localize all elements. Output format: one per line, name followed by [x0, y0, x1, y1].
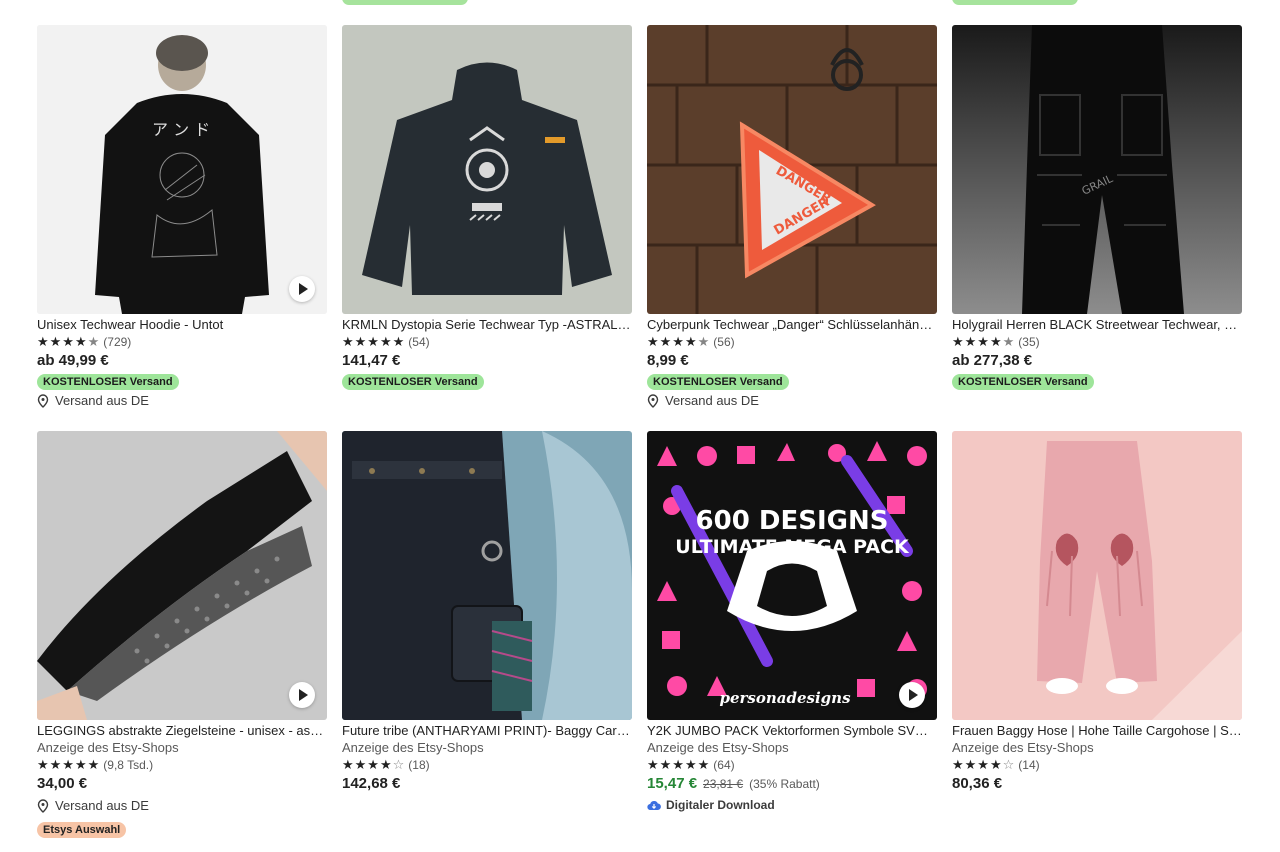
- play-video-icon[interactable]: [289, 682, 315, 708]
- leggings-image: [37, 431, 327, 720]
- jacket-image: [342, 25, 632, 314]
- listing-card[interactable]: ア ン ド Unisex Techwear Hoodie - Untot ★★★…: [37, 25, 327, 411]
- poster-subtitle: ULTIMATE MEGA PACK: [675, 536, 910, 558]
- listing-image[interactable]: DANGER DANGER: [647, 25, 937, 314]
- free-shipping-badge: KOSTENLOSER Versand: [37, 374, 179, 390]
- listing-card[interactable]: Frauen Baggy Hose | Hohe Taille Cargohos…: [952, 431, 1242, 795]
- review-count: (729): [103, 334, 132, 349]
- shop-ad-label: Anzeige des Etsy-Shops: [37, 740, 179, 755]
- star-rating-icon: ★★★★★: [952, 333, 1016, 349]
- listing-card[interactable]: LEGGINGS abstrakte Ziegelsteine - unisex…: [37, 431, 327, 838]
- price: ab 277,38 €: [952, 352, 1033, 369]
- listing-card[interactable]: Future tribe (ANTHARYAMI PRINT)- Baggy C…: [342, 431, 632, 795]
- listing-title[interactable]: LEGGINGS abstrakte Ziegelsteine - unisex…: [37, 722, 327, 739]
- digital-download: Digitaler Download: [647, 796, 937, 814]
- review-count: (54): [408, 334, 430, 349]
- listing-title[interactable]: Y2K JUMBO PACK Vektorformen Symbole SVG …: [647, 722, 937, 739]
- cargo-pants-image: GRAIL: [952, 25, 1242, 314]
- ships-from: Versand aus DE: [37, 796, 327, 816]
- rating: ★★★★☆ (18): [342, 756, 632, 773]
- star-rating-icon: ★★★★☆: [952, 756, 1016, 772]
- price: 141,47 €: [342, 352, 401, 369]
- review-count: (18): [408, 757, 430, 772]
- listing-title[interactable]: Cyberpunk Techwear „Danger“ Schlüsselanh…: [647, 316, 937, 333]
- keychain-image: DANGER DANGER: [647, 25, 937, 314]
- listing-image[interactable]: [342, 25, 632, 314]
- listing-card[interactable]: GRAIL Holygrail Herren BLACK Streetwear …: [952, 25, 1242, 390]
- star-rating-icon: ★★★★★: [37, 756, 101, 772]
- ships-from: Versand aus DE: [37, 391, 327, 411]
- poster-brand: personadesigns: [719, 689, 851, 707]
- review-count: (64): [713, 757, 735, 772]
- price: 34,00 €: [37, 775, 88, 792]
- cropped-badge: [342, 0, 468, 5]
- listing-image[interactable]: [952, 431, 1242, 720]
- hoodie-image: ア ン ド: [37, 25, 327, 314]
- listing-title[interactable]: Future tribe (ANTHARYAMI PRINT)- Baggy C…: [342, 722, 632, 739]
- listing-image[interactable]: [37, 431, 327, 720]
- rating: ★★★★★ (64): [647, 756, 937, 773]
- shop-ad-label: Anzeige des Etsy-Shops: [647, 740, 789, 755]
- free-shipping-badge: KOSTENLOSER Versand: [952, 374, 1094, 390]
- price: ab 49,99 €: [37, 352, 109, 369]
- listing-card[interactable]: 600 DESIGNS ULTIMATE MEGA PACK personade…: [647, 431, 937, 814]
- poster-title: 600 DESIGNS: [696, 506, 889, 536]
- tribe-pants-image: [342, 431, 632, 720]
- free-shipping-badge: KOSTENLOSER Versand: [647, 374, 789, 390]
- play-video-icon[interactable]: [289, 276, 315, 302]
- svg-text:ア ン ド: ア ン ド: [152, 120, 210, 139]
- star-rating-icon: ★★★★★: [342, 333, 406, 349]
- digital-download-text: Digitaler Download: [666, 798, 775, 812]
- review-count: (14): [1018, 757, 1040, 772]
- etsy-pick-badge: Etsys Auswahl: [37, 822, 127, 838]
- play-video-icon[interactable]: [899, 682, 925, 708]
- rating: ★★★★★ (9,8 Tsd.): [37, 756, 327, 773]
- star-rating-icon: ★★★★★: [647, 756, 711, 772]
- star-rating-icon: ★★★★☆: [342, 756, 406, 772]
- listing-card[interactable]: DANGER DANGER Cyberpunk Techwear „Danger…: [647, 25, 937, 411]
- discount-label: (35% Rabatt): [749, 777, 820, 791]
- price-row: 15,47 € 23,81 € (35% Rabatt): [647, 773, 937, 795]
- rating: ★★★★★ (54): [342, 333, 632, 350]
- listing-card[interactable]: KRMLN Dystopia Serie Techwear Typ -ASTRA…: [342, 25, 632, 390]
- listing-image[interactable]: GRAIL: [952, 25, 1242, 314]
- vector-pack-image: 600 DESIGNS ULTIMATE MEGA PACK personade…: [647, 431, 937, 720]
- rating: ★★★★★ (35): [952, 333, 1242, 350]
- cropped-badge: [952, 0, 1078, 5]
- star-rating-icon: ★★★★★: [647, 333, 711, 349]
- listing-image[interactable]: ア ン ド: [37, 25, 327, 314]
- star-rating-icon: ★★★★★: [37, 333, 101, 349]
- location-pin-icon: [37, 799, 49, 813]
- rating: ★★★★★ (56): [647, 333, 937, 350]
- ships-from-text: Versand aus DE: [665, 393, 759, 408]
- listing-title[interactable]: Unisex Techwear Hoodie - Untot: [37, 316, 327, 333]
- ships-from-text: Versand aus DE: [55, 798, 149, 813]
- location-pin-icon: [647, 394, 659, 408]
- ships-from: Versand aus DE: [647, 391, 937, 411]
- pink-pants-image: [952, 431, 1242, 720]
- sale-price: 15,47 €: [647, 775, 698, 792]
- ships-from-text: Versand aus DE: [55, 393, 149, 408]
- review-count: (35): [1018, 334, 1040, 349]
- listing-image[interactable]: 600 DESIGNS ULTIMATE MEGA PACK personade…: [647, 431, 937, 720]
- shop-ad-label: Anzeige des Etsy-Shops: [952, 740, 1094, 755]
- shop-ad-label: Anzeige des Etsy-Shops: [342, 740, 484, 755]
- listing-title[interactable]: Holygrail Herren BLACK Streetwear Techwe…: [952, 316, 1242, 333]
- review-count: (56): [713, 334, 735, 349]
- price: 80,36 €: [952, 775, 1003, 792]
- listing-title[interactable]: Frauen Baggy Hose | Hohe Taille Cargohos…: [952, 722, 1242, 739]
- location-pin-icon: [37, 394, 49, 408]
- price: 142,68 €: [342, 775, 401, 792]
- price: 8,99 €: [647, 352, 689, 369]
- rating: ★★★★★ (729): [37, 333, 327, 350]
- listing-title[interactable]: KRMLN Dystopia Serie Techwear Typ -ASTRA…: [342, 316, 632, 333]
- review-count: (9,8 Tsd.): [103, 757, 154, 772]
- rating: ★★★★☆ (14): [952, 756, 1242, 773]
- original-price: 23,81 €: [703, 777, 744, 791]
- listing-image[interactable]: [342, 431, 632, 720]
- free-shipping-badge: KOSTENLOSER Versand: [342, 374, 484, 390]
- cloud-download-icon: [647, 800, 661, 811]
